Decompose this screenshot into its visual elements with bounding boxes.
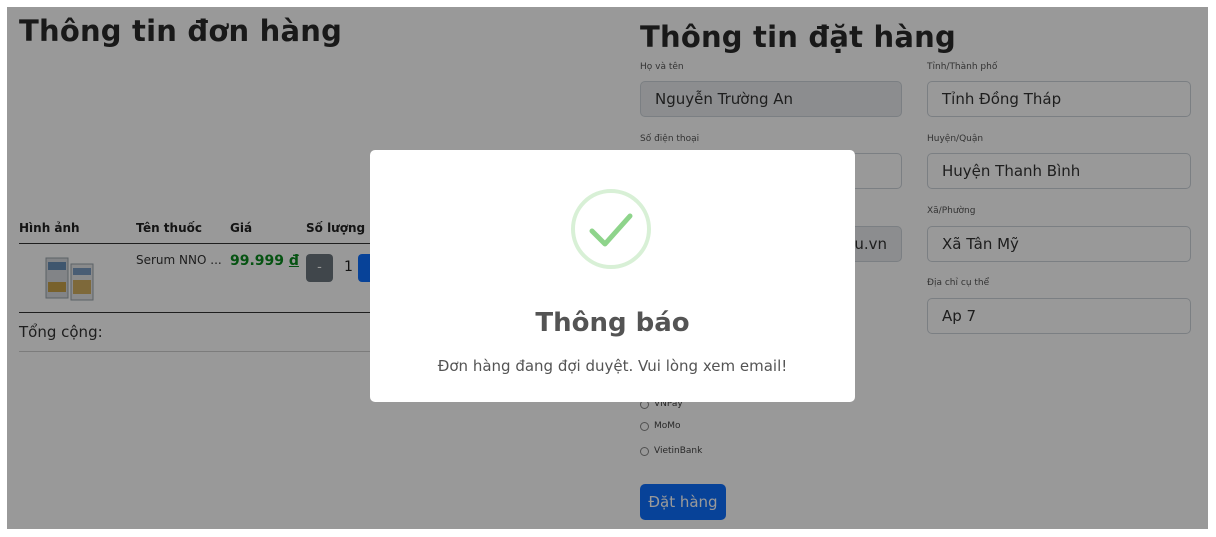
notification-modal: Thông báo Đơn hàng đang đợi duyệt. Vui l… — [370, 150, 855, 402]
page-edge — [1208, 0, 1216, 537]
page-edge — [0, 0, 7, 537]
modal-message: Đơn hàng đang đợi duyệt. Vui lòng xem em… — [437, 357, 788, 375]
page-edge — [0, 529, 1216, 537]
modal-title: Thông báo — [535, 308, 690, 338]
page-edge — [0, 0, 1216, 7]
order-page: Thông tin đơn hàng Hình ảnh Tên thuốc Gi… — [0, 0, 1216, 537]
success-check-icon — [571, 189, 651, 269]
